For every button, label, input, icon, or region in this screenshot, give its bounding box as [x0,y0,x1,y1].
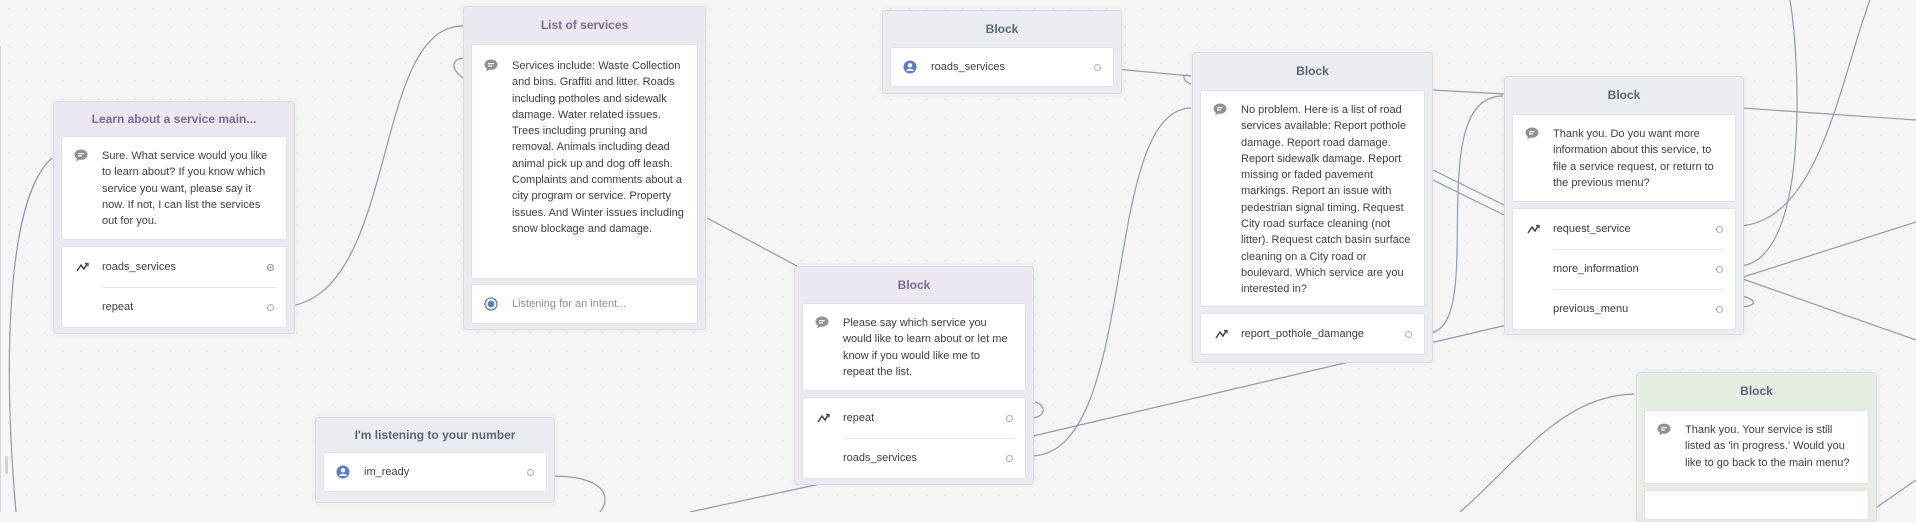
block-title: Block [985,22,1019,36]
connector-line [282,25,464,308]
branch-label: roads_services [843,452,917,464]
branch-row[interactable]: roads_services [62,247,286,287]
branch-label: report_pothole_damange [1241,328,1364,340]
connector-line [1432,89,1505,95]
connection-port[interactable] [1006,454,1013,462]
connection-port[interactable] [1716,305,1723,313]
block-listening-number[interactable]: I'm listening to your number im_ready [315,417,555,503]
connector-line [1739,221,1916,279]
block-road-services-list[interactable]: Block No problem. Here is a list of road… [1192,52,1433,363]
connection-port[interactable] [267,303,274,311]
connector-line [1032,107,1192,457]
intent-card[interactable]: im_ready [323,452,547,492]
user-icon [903,60,919,74]
branch-label: previous_menu [1553,303,1629,315]
block-thank-you-options[interactable]: Block Thank you. Do you want more inform… [1504,76,1744,335]
branch-icon [1213,329,1229,340]
block-title: I'm listening to your number [354,428,516,442]
branch-label: roads_services [102,261,176,273]
branch-card [1644,490,1869,520]
connector-line [549,475,606,512]
row-divider [102,287,276,288]
connector-line [689,483,821,512]
branch-label: request_service [1553,223,1631,235]
block-title: Block [1607,88,1641,102]
speech-bubble-icon [484,59,500,268]
connection-port[interactable] [527,468,534,476]
branch-row[interactable]: more_information [1513,249,1735,289]
connector-line [1459,393,1635,512]
block-roads-services-intent[interactable]: Block roads_services [882,10,1122,94]
message-card[interactable]: Services include: Waste Collection and b… [471,44,698,279]
block-title: Block [1740,384,1773,398]
branch-card: roads_services repeat [61,246,287,328]
connector-line [8,157,53,512]
message-card[interactable]: Thank you. Do you want more information … [1512,114,1736,202]
branch-row[interactable]: previous_menu [1513,289,1735,329]
intent-label: im_ready [364,466,410,478]
connector-line [1739,277,1916,341]
message-text: No problem. Here is a list of road servi… [1241,104,1411,296]
listening-text: Listening for an intent... [512,298,627,310]
branch-row[interactable]: roads_services [803,438,1025,478]
speech-bubble-icon [74,149,90,229]
connection-port[interactable] [1094,63,1101,71]
block-title: Block [1296,64,1329,78]
row-divider [1553,289,1725,290]
branch-row[interactable]: report_pothole_damange [1201,314,1424,354]
connector-line [1741,107,1916,121]
branch-icon [1525,224,1541,235]
branch-label: more_information [1553,263,1639,275]
message-card[interactable]: Please say which service you would like … [802,303,1026,391]
connector-line [1739,0,1871,227]
block-in-progress[interactable]: Block Thank you. Your service is still l… [1636,372,1877,522]
user-icon [336,465,352,479]
block-title: List of services [540,18,629,32]
connector-line [1432,179,1505,216]
connection-port[interactable] [1405,330,1412,338]
listening-card[interactable]: Listening for an intent... [471,284,698,324]
branch-label: repeat [843,412,875,424]
connector-line [1432,169,1505,206]
connection-port[interactable] [1716,265,1723,273]
intent-card[interactable]: roads_services [890,47,1114,87]
speech-bubble-icon [815,316,831,380]
message-card[interactable]: Sure. What service would you like to lea… [61,136,287,240]
speech-bubble-icon [1525,127,1541,191]
connection-port[interactable] [267,263,274,271]
branch-card: request_service more_information previou… [1512,208,1736,330]
branch-label: repeat [102,301,134,313]
row-divider [1553,249,1725,250]
branch-row[interactable]: request_service [1513,209,1735,249]
intent-label: roads_services [931,61,1005,73]
block-title: Block [897,278,931,292]
block-list-of-services[interactable]: List of services Services include: Waste… [463,6,706,330]
connection-port[interactable] [1006,414,1013,422]
message-card[interactable]: No problem. Here is a list of road servi… [1200,90,1425,307]
radio-listen-icon [484,297,500,311]
branch-row[interactable]: repeat [803,398,1025,438]
message-text: Sure. What service would you like to lea… [102,150,268,228]
message-text: Thank you. Your service is still listed … [1685,424,1850,469]
branch-row[interactable]: repeat [62,287,286,327]
block-learn-about-service[interactable]: Learn about a service main... Sure. What… [53,101,295,334]
message-card[interactable]: Thank you. Your service is still listed … [1644,410,1869,484]
speech-bubble-icon [1213,103,1229,296]
speech-bubble-icon [1657,423,1673,473]
connector-line [1426,95,1504,334]
block-say-which-service[interactable]: Block Please say which service you would… [794,266,1034,485]
row-divider [843,438,1015,439]
message-text: Services include: Waste Collection and b… [512,60,684,235]
connector-line [1739,0,1798,267]
message-text: Thank you. Do you want more information … [1553,128,1714,189]
branch-icon [74,262,90,273]
connector-line [706,217,798,267]
block-title: Learn about a service main... [91,112,257,126]
branch-card: repeat roads_services [802,397,1026,479]
message-text: Please say which service you would like … [843,317,1008,378]
connector-line [453,57,464,79]
branch-icon [815,413,831,424]
connection-port[interactable] [1716,225,1723,233]
branch-card: report_pothole_damange [1200,313,1425,355]
